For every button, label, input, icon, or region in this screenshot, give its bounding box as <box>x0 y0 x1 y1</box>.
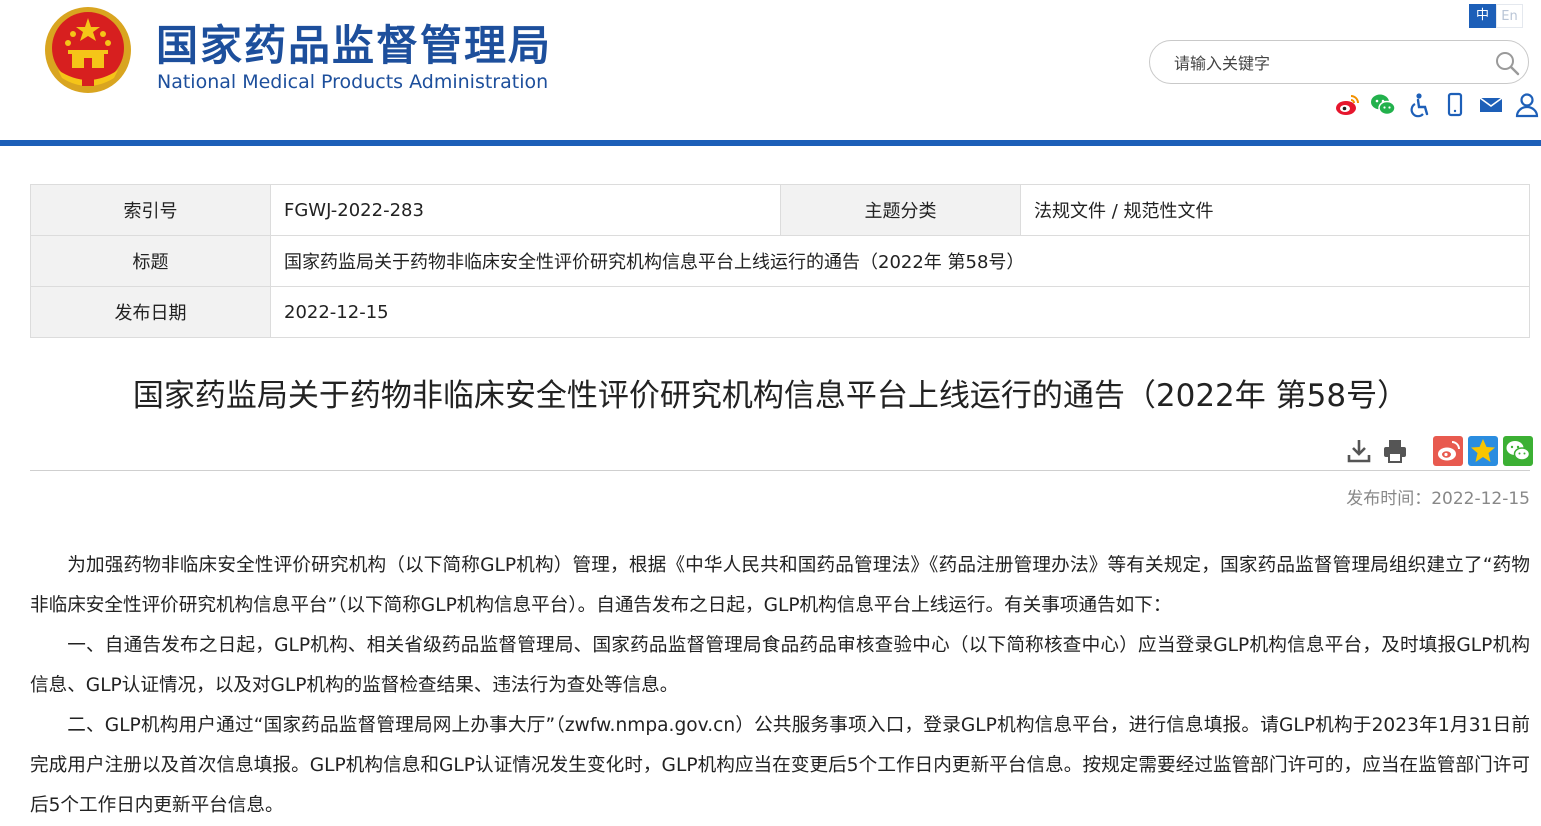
lang-english-button[interactable]: En <box>1496 4 1523 28</box>
wechat-icon[interactable] <box>1370 92 1396 118</box>
title-label: 标题 <box>30 235 271 287</box>
share-qzone-icon[interactable] <box>1468 436 1498 466</box>
article-paragraph: 为加强药物非临床安全性评价研究机构（以下简称GLP机构）管理，根据《中华人民共和… <box>30 555 1530 616</box>
user-icon[interactable] <box>1514 92 1540 118</box>
article-title: 国家药监局关于药物非临床安全性评价研究机构信息平台上线运行的通告（2022年 第… <box>132 378 1409 414</box>
national-emblem-icon[interactable] <box>44 6 132 94</box>
search-box <box>1149 40 1529 84</box>
accessibility-icon[interactable] <box>1406 92 1432 118</box>
weibo-icon[interactable] <box>1334 92 1360 118</box>
table-row: 发布日期 2022-12-15 <box>30 286 1530 338</box>
search-input[interactable] <box>1172 49 1476 77</box>
site-title-cn[interactable]: 国家药品监督管理局 <box>156 12 552 73</box>
article-paragraph: 二、GLP机构用户通过“国家药品监督管理局网上办事大厅”（zwfw.nmpa.g… <box>30 715 1530 816</box>
language-switch: 中 En <box>1469 4 1523 28</box>
article-divider <box>30 470 1530 471</box>
title-value: 国家药监局关于药物非临床安全性评价研究机构信息平台上线运行的通告（2022年 第… <box>270 235 1530 287</box>
mobile-icon[interactable] <box>1442 92 1468 118</box>
index-value: FGWJ-2022-283 <box>270 184 781 236</box>
header-divider <box>0 140 1541 146</box>
date-label: 发布日期 <box>30 286 271 338</box>
category-label: 主题分类 <box>780 184 1021 236</box>
table-row: 索引号 FGWJ-2022-283 主题分类 法规文件 / 规范性文件 <box>30 184 1530 236</box>
document-meta-table: 索引号 FGWJ-2022-283 主题分类 法规文件 / 规范性文件 标题 国… <box>30 184 1530 338</box>
publish-time: 发布时间：2022-12-15 <box>1346 489 1530 509</box>
mail-icon[interactable] <box>1478 92 1504 118</box>
article-toolbar <box>1346 436 1533 466</box>
search-icon[interactable] <box>1494 50 1520 76</box>
index-label: 索引号 <box>30 184 271 236</box>
header-tool-icons <box>1334 92 1540 118</box>
date-value: 2022-12-15 <box>270 286 1530 338</box>
print-icon[interactable] <box>1382 438 1408 464</box>
site-header: 国家药品监督管理局 National Medical Products Admi… <box>0 0 1541 146</box>
share-wechat-icon[interactable] <box>1503 436 1533 466</box>
category-value: 法规文件 / 规范性文件 <box>1020 184 1530 236</box>
article-paragraph: 一、自通告发布之日起，GLP机构、相关省级药品监督管理局、国家药品监督管理局食品… <box>30 635 1530 696</box>
article-body: 为加强药物非临床安全性评价研究机构（以下简称GLP机构）管理，根据《中华人民共和… <box>30 546 1530 826</box>
download-icon[interactable] <box>1346 438 1372 464</box>
lang-chinese-button[interactable]: 中 <box>1469 4 1496 28</box>
table-row: 标题 国家药监局关于药物非临床安全性评价研究机构信息平台上线运行的通告（2022… <box>30 235 1530 287</box>
site-title-en[interactable]: National Medical Products Administration <box>157 71 548 93</box>
share-weibo-icon[interactable] <box>1433 436 1463 466</box>
